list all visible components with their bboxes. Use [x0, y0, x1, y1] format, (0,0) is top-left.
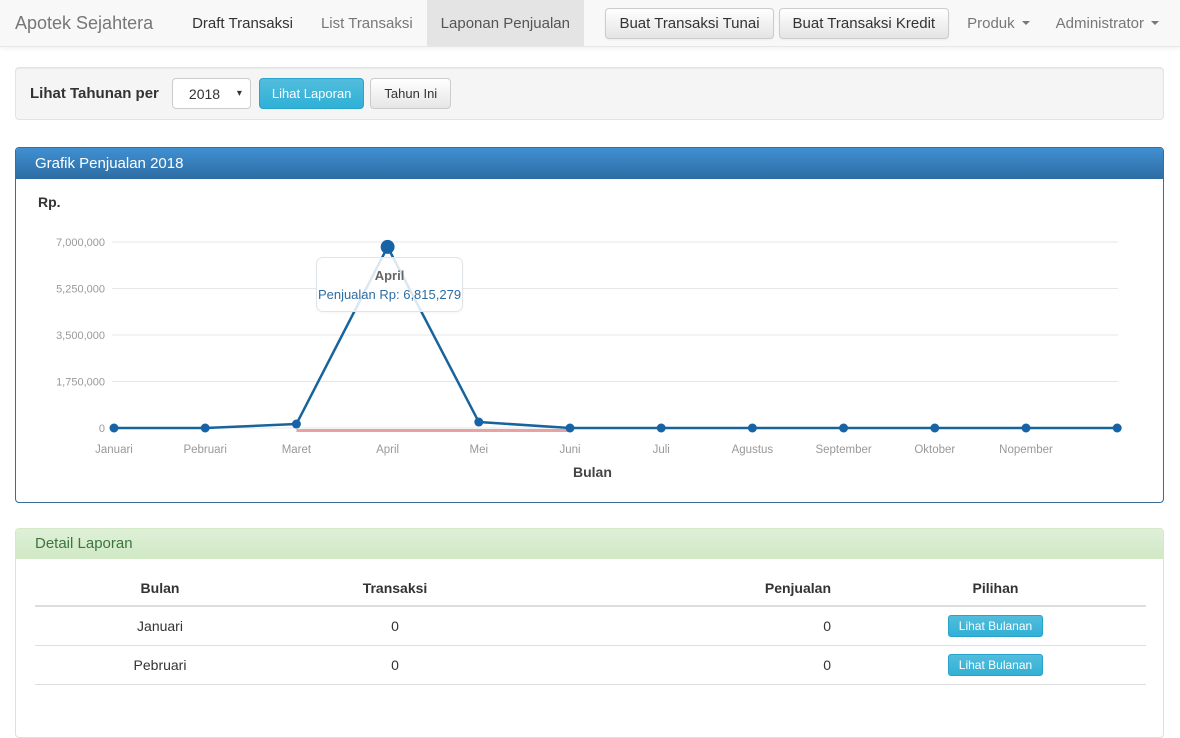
- x-tick-label: Juli: [653, 444, 670, 456]
- navbar-right: Buat Transaksi Tunai Buat Transaksi Kred…: [605, 0, 1180, 46]
- cell-transaksi: 0: [285, 646, 505, 685]
- chart-data-point[interactable]: [748, 424, 757, 433]
- lihat-laporan-button[interactable]: Lihat Laporan: [259, 78, 365, 109]
- chart-data-point[interactable]: [1022, 424, 1031, 433]
- x-tick-label: Juni: [559, 444, 580, 456]
- nav-item-draft-transaksi[interactable]: Draft Transaksi: [178, 0, 307, 46]
- filter-label: Lihat Tahunan per: [30, 85, 159, 102]
- column-header-transaksi: Transaksi: [285, 575, 505, 606]
- detail-panel-title: Detail Laporan: [16, 529, 1163, 559]
- column-header-pilihan: Pilihan: [845, 575, 1146, 606]
- y-tick-label: 7,000,000: [56, 237, 105, 249]
- monthly-report-table: Bulan Transaksi Penjualan Pilihan Januar…: [35, 575, 1146, 685]
- y-tick-label: 1,750,000: [56, 377, 105, 389]
- x-tick-label: Mei: [470, 444, 489, 456]
- main-nav: Draft Transaksi List Transaksi Laponan P…: [178, 0, 584, 46]
- administrator-dropdown[interactable]: Administrator: [1043, 0, 1172, 47]
- x-tick-label: Nopember: [999, 444, 1053, 456]
- cell-transaksi: 0: [285, 606, 505, 646]
- sales-chart-panel: Grafik Penjualan 2018 Rp. 01,750,0003,50…: [15, 147, 1164, 503]
- produk-dropdown-label: Produk: [967, 15, 1015, 32]
- buat-transaksi-tunai-button[interactable]: Buat Transaksi Tunai: [605, 8, 773, 39]
- cell-bulan: Pebruari: [35, 646, 285, 685]
- cell-penjualan: 0: [505, 646, 845, 685]
- select-caret-icon: ▾: [237, 88, 242, 99]
- chart-tooltip-title: April: [317, 268, 462, 283]
- chart-data-point[interactable]: [474, 418, 483, 427]
- chart-data-point[interactable]: [110, 424, 119, 433]
- navbar: Apotek Sejahtera Draft Transaksi List Tr…: [0, 0, 1180, 47]
- x-tick-label: Pebruari: [183, 444, 226, 456]
- produk-dropdown[interactable]: Produk: [954, 0, 1043, 47]
- chart-data-point[interactable]: [930, 424, 939, 433]
- chart-data-point[interactable]: [201, 424, 210, 433]
- chart-tooltip: April Penjualan Rp: 6,815,279: [316, 257, 463, 312]
- column-header-bulan: Bulan: [35, 575, 285, 606]
- cell-penjualan: 0: [505, 606, 845, 646]
- nav-item-laporan-penjualan[interactable]: Laponan Penjualan: [427, 0, 584, 46]
- column-header-penjualan: Penjualan: [505, 575, 845, 606]
- chart-data-point[interactable]: [381, 240, 395, 254]
- sales-series-line: [114, 247, 1117, 428]
- chart-data-point[interactable]: [839, 424, 848, 433]
- detail-report-panel: Detail Laporan Bulan Transaksi Penjualan…: [15, 528, 1164, 738]
- x-tick-label: Agustus: [732, 444, 774, 456]
- chart-data-point[interactable]: [566, 424, 575, 433]
- nav-item-list-transaksi[interactable]: List Transaksi: [307, 0, 427, 46]
- tahun-ini-button[interactable]: Tahun Ini: [370, 78, 451, 109]
- year-select[interactable]: 2018 ▾: [172, 78, 251, 109]
- x-tick-label: Januari: [95, 444, 133, 456]
- cell-bulan: Januari: [35, 606, 285, 646]
- y-tick-label: 3,500,000: [56, 330, 105, 342]
- buat-transaksi-kredit-button[interactable]: Buat Transaksi Kredit: [779, 8, 950, 39]
- table-row: Januari 0 0 Lihat Bulanan: [35, 606, 1146, 646]
- chevron-down-icon: [1151, 21, 1159, 25]
- x-tick-label: Oktober: [914, 444, 955, 456]
- year-filter-bar: Lihat Tahunan per 2018 ▾ Lihat Laporan T…: [15, 67, 1164, 120]
- lihat-bulanan-button[interactable]: Lihat Bulanan: [948, 615, 1043, 637]
- x-tick-label: April: [376, 444, 399, 456]
- x-axis-title: Bulan: [573, 464, 612, 480]
- y-tick-label: 5,250,000: [56, 284, 105, 296]
- table-header-row: Bulan Transaksi Penjualan Pilihan: [35, 575, 1146, 606]
- y-tick-label: 0: [99, 423, 105, 435]
- sales-line-chart[interactable]: 0 1,750,000 3,500,000 5,250,000 7,000,000 Jan…: [16, 179, 1163, 502]
- chevron-down-icon: [1022, 21, 1030, 25]
- chart-body: Rp. 01,750,0003,500,0005,250,0007,000,00…: [16, 179, 1163, 502]
- x-tick-label: Maret: [282, 444, 312, 456]
- detail-table-wrapper: Bulan Transaksi Penjualan Pilihan Januar…: [16, 559, 1163, 685]
- brand[interactable]: Apotek Sejahtera: [0, 0, 168, 46]
- administrator-dropdown-label: Administrator: [1056, 15, 1144, 32]
- chart-data-point[interactable]: [1113, 424, 1122, 433]
- chart-panel-title: Grafik Penjualan 2018: [16, 148, 1163, 179]
- lihat-bulanan-button[interactable]: Lihat Bulanan: [948, 654, 1043, 676]
- chart-data-point[interactable]: [657, 424, 666, 433]
- year-select-value: 2018: [189, 86, 220, 102]
- chart-data-point[interactable]: [292, 420, 301, 429]
- x-tick-label: September: [815, 444, 871, 456]
- chart-tooltip-value: Penjualan Rp: 6,815,279: [317, 287, 462, 302]
- table-row: Pebruari 0 0 Lihat Bulanan: [35, 646, 1146, 685]
